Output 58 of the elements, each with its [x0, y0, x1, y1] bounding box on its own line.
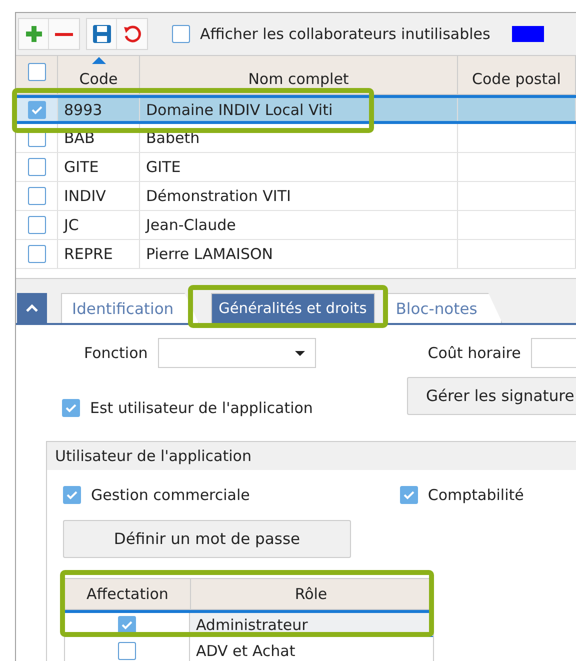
column-header[interactable]: Nom complet: [140, 56, 458, 94]
column-header[interactable]: Rôle: [191, 579, 432, 609]
table-row[interactable]: 8993 Domaine INDIV Local Viti: [16, 95, 576, 124]
signatures-button[interactable]: Gérer les signature: [406, 377, 576, 415]
caret-icon: [294, 350, 305, 356]
checkbox[interactable]: [118, 616, 136, 634]
table-row[interactable]: GITE GITE: [16, 153, 576, 182]
checkbox[interactable]: [28, 100, 46, 118]
table-cell-text: Administrateur: [194, 614, 309, 636]
column-header[interactable]: Code: [58, 56, 140, 94]
checkmark-icon: [65, 403, 77, 413]
function-dropdown[interactable]: [158, 338, 316, 368]
color-swatch: [512, 26, 544, 42]
table-row[interactable]: INDIV Démonstration VITI: [16, 182, 576, 211]
checkmark-icon: [120, 620, 133, 630]
column-header[interactable]: Code postal: [458, 56, 576, 94]
checkbox[interactable]: [118, 642, 136, 660]
table-cell: JC: [58, 211, 140, 239]
table-cell: INDIV: [58, 182, 140, 210]
table-cell: REPRE: [58, 240, 140, 268]
table-cell: Jean-Claude: [140, 211, 458, 239]
checkbox[interactable]: [172, 25, 190, 43]
table-row[interactable]: REPRE Pierre LAMAISON: [16, 240, 576, 269]
collapse-button[interactable]: [17, 293, 47, 323]
checkbox-label: Comptabilité: [428, 486, 524, 504]
checkbox-label: Afficher les collaborateurs inutilisables: [200, 25, 490, 43]
checkbox[interactable]: [28, 216, 46, 234]
checkbox[interactable]: [28, 187, 46, 205]
table-cell: 8993: [58, 98, 140, 121]
table-cell: Démonstration VITI: [140, 182, 458, 210]
table-row[interactable]: JC Jean-Claude: [16, 211, 576, 240]
select-all-checkbox[interactable]: [28, 63, 46, 81]
table-cell-text: ADV et Achat: [194, 640, 296, 661]
field-label: Fonction: [84, 344, 148, 362]
column-header[interactable]: Affectation: [65, 579, 191, 609]
checkbox[interactable]: [28, 245, 46, 263]
checkmark-icon: [66, 490, 78, 500]
checkbox[interactable]: [400, 486, 418, 504]
sort-icon: [92, 57, 106, 64]
checkbox[interactable]: [63, 486, 81, 504]
group-title: Utilisateur de l'application: [55, 447, 252, 465]
checkmark-icon: [402, 490, 415, 500]
table-cell: Domaine INDIV Local Viti: [140, 98, 458, 121]
password-button[interactable]: Définir un mot de passe: [63, 520, 351, 558]
tab[interactable]: Identification: [61, 293, 199, 323]
tab[interactable]: Généralités et droits: [210, 293, 375, 323]
checkmark-icon: [30, 104, 42, 114]
checkbox[interactable]: [62, 399, 80, 417]
table-cell: GITE: [140, 153, 458, 181]
minus-icon: [55, 32, 73, 36]
checkbox-label: Gestion commerciale: [91, 486, 250, 504]
table-cell: GITE: [58, 153, 140, 181]
checkbox-label: Est utilisateur de l'application: [90, 399, 313, 417]
checkbox[interactable]: [28, 158, 46, 176]
plus-icon: [24, 24, 44, 44]
table-cell: Pierre LAMAISON: [140, 240, 458, 268]
field-label: Coût horaire: [428, 344, 521, 362]
chevron-up-icon: [26, 304, 38, 312]
